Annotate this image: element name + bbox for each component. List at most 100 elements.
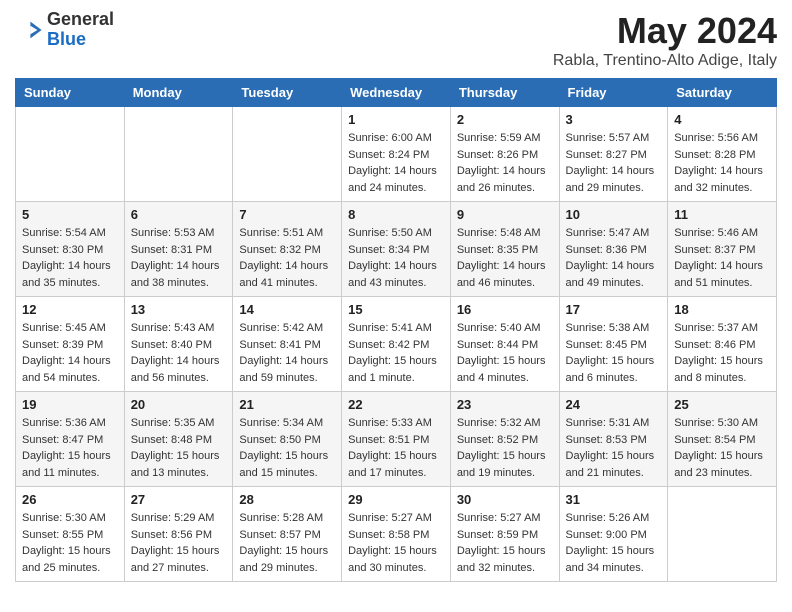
day-info: Sunrise: 5:54 AMSunset: 8:30 PMDaylight:… xyxy=(22,225,118,291)
calendar-cell: 15 Sunrise: 5:41 AMSunset: 8:42 PMDayligh… xyxy=(342,297,451,392)
logo-blue-text: Blue xyxy=(47,29,86,49)
day-info: Sunrise: 5:43 AMSunset: 8:40 PMDaylight:… xyxy=(131,320,227,386)
day-info: Sunrise: 5:30 AMSunset: 8:54 PMDaylight:… xyxy=(674,415,770,481)
day-info: Sunrise: 5:34 AMSunset: 8:50 PMDaylight:… xyxy=(239,415,335,481)
day-info: Sunrise: 5:48 AMSunset: 8:35 PMDaylight:… xyxy=(457,225,553,291)
day-info: Sunrise: 5:27 AMSunset: 8:58 PMDaylight:… xyxy=(348,510,444,576)
calendar-cell xyxy=(16,107,125,202)
day-info: Sunrise: 5:41 AMSunset: 8:42 PMDaylight:… xyxy=(348,320,444,386)
calendar-cell: 29 Sunrise: 5:27 AMSunset: 8:58 PMDayligh… xyxy=(342,487,451,582)
logo-general-text: General xyxy=(47,9,114,29)
day-number: 8 xyxy=(348,207,444,222)
page: General Blue May 2024 Rabla, Trentino-Al… xyxy=(0,0,792,597)
calendar-header-row: SundayMondayTuesdayWednesdayThursdayFrid… xyxy=(16,79,777,107)
calendar-cell: 18 Sunrise: 5:37 AMSunset: 8:46 PMDayligh… xyxy=(668,297,777,392)
day-info: Sunrise: 5:59 AMSunset: 8:26 PMDaylight:… xyxy=(457,130,553,196)
day-info: Sunrise: 5:40 AMSunset: 8:44 PMDaylight:… xyxy=(457,320,553,386)
calendar-cell: 21 Sunrise: 5:34 AMSunset: 8:50 PMDayligh… xyxy=(233,392,342,487)
day-info: Sunrise: 5:33 AMSunset: 8:51 PMDaylight:… xyxy=(348,415,444,481)
day-info: Sunrise: 5:31 AMSunset: 8:53 PMDaylight:… xyxy=(566,415,662,481)
calendar-week-2: 5 Sunrise: 5:54 AMSunset: 8:30 PMDaylight… xyxy=(16,202,777,297)
calendar-cell: 16Sunrise: 5:40 AMSunset: 8:44 PMDayligh… xyxy=(450,297,559,392)
day-number: 6 xyxy=(131,207,227,222)
calendar-cell: 9 Sunrise: 5:48 AMSunset: 8:35 PMDaylight… xyxy=(450,202,559,297)
day-info: Sunrise: 5:36 AMSunset: 8:47 PMDaylight:… xyxy=(22,415,118,481)
calendar-cell: 12Sunrise: 5:45 AMSunset: 8:39 PMDayligh… xyxy=(16,297,125,392)
day-number: 7 xyxy=(239,207,335,222)
calendar-cell: 3Sunrise: 5:57 AMSunset: 8:27 PMDaylight… xyxy=(559,107,668,202)
calendar-cell: 1 Sunrise: 6:00 AMSunset: 8:24 PMDaylight… xyxy=(342,107,451,202)
day-info: Sunrise: 5:42 AMSunset: 8:41 PMDaylight:… xyxy=(239,320,335,386)
day-info: Sunrise: 5:32 AMSunset: 8:52 PMDaylight:… xyxy=(457,415,553,481)
calendar-cell: 31Sunrise: 5:26 AMSunset: 9:00 PMDayligh… xyxy=(559,487,668,582)
title-block: May 2024 Rabla, Trentino-Alto Adige, Ita… xyxy=(553,10,777,70)
day-number: 15 xyxy=(348,302,444,317)
day-info: Sunrise: 5:51 AMSunset: 8:32 PMDaylight:… xyxy=(239,225,335,291)
day-number: 1 xyxy=(348,112,444,127)
day-number: 14 xyxy=(239,302,335,317)
calendar-cell: 8 Sunrise: 5:50 AMSunset: 8:34 PMDaylight… xyxy=(342,202,451,297)
calendar-cell xyxy=(668,487,777,582)
location-title: Rabla, Trentino-Alto Adige, Italy xyxy=(553,52,777,70)
calendar-week-4: 19 Sunrise: 5:36 AMSunset: 8:47 PMDayligh… xyxy=(16,392,777,487)
day-info: Sunrise: 5:37 AMSunset: 8:46 PMDaylight:… xyxy=(674,320,770,386)
day-number: 21 xyxy=(239,397,335,412)
calendar-header-thursday: Thursday xyxy=(450,79,559,107)
calendar-header-tuesday: Tuesday xyxy=(233,79,342,107)
day-number: 17 xyxy=(566,302,662,317)
day-number: 18 xyxy=(674,302,770,317)
day-info: Sunrise: 5:29 AMSunset: 8:56 PMDaylight:… xyxy=(131,510,227,576)
calendar-cell: 28 Sunrise: 5:28 AMSunset: 8:57 PMDayligh… xyxy=(233,487,342,582)
logo: General Blue xyxy=(15,10,114,50)
calendar-cell: 4Sunrise: 5:56 AMSunset: 8:28 PMDaylight… xyxy=(668,107,777,202)
day-number: 29 xyxy=(348,492,444,507)
day-number: 24 xyxy=(566,397,662,412)
day-info: Sunrise: 5:27 AMSunset: 8:59 PMDaylight:… xyxy=(457,510,553,576)
day-number: 5 xyxy=(22,207,118,222)
calendar-cell xyxy=(124,107,233,202)
day-info: Sunrise: 5:28 AMSunset: 8:57 PMDaylight:… xyxy=(239,510,335,576)
calendar-cell xyxy=(233,107,342,202)
day-number: 20 xyxy=(131,397,227,412)
day-number: 30 xyxy=(457,492,553,507)
day-info: Sunrise: 6:00 AMSunset: 8:24 PMDaylight:… xyxy=(348,130,444,196)
logo-icon xyxy=(15,16,43,44)
calendar-cell: 10 Sunrise: 5:47 AMSunset: 8:36 PMDayligh… xyxy=(559,202,668,297)
calendar-cell: 7 Sunrise: 5:51 AMSunset: 8:32 PMDaylight… xyxy=(233,202,342,297)
day-number: 19 xyxy=(22,397,118,412)
calendar-cell: 19 Sunrise: 5:36 AMSunset: 8:47 PMDayligh… xyxy=(16,392,125,487)
calendar-cell: 24 Sunrise: 5:31 AMSunset: 8:53 PMDayligh… xyxy=(559,392,668,487)
day-number: 9 xyxy=(457,207,553,222)
day-info: Sunrise: 5:50 AMSunset: 8:34 PMDaylight:… xyxy=(348,225,444,291)
calendar-cell: 20 Sunrise: 5:35 AMSunset: 8:48 PMDayligh… xyxy=(124,392,233,487)
calendar-cell: 30 Sunrise: 5:27 AMSunset: 8:59 PMDayligh… xyxy=(450,487,559,582)
calendar-table: SundayMondayTuesdayWednesdayThursdayFrid… xyxy=(15,78,777,582)
calendar-header-saturday: Saturday xyxy=(668,79,777,107)
day-number: 10 xyxy=(566,207,662,222)
day-info: Sunrise: 5:53 AMSunset: 8:31 PMDaylight:… xyxy=(131,225,227,291)
month-title: May 2024 xyxy=(553,10,777,52)
calendar-week-5: 26 Sunrise: 5:30 AMSunset: 8:55 PMDayligh… xyxy=(16,487,777,582)
calendar-cell: 27 Sunrise: 5:29 AMSunset: 8:56 PMDayligh… xyxy=(124,487,233,582)
day-number: 12 xyxy=(22,302,118,317)
calendar-week-1: 1 Sunrise: 6:00 AMSunset: 8:24 PMDaylight… xyxy=(16,107,777,202)
day-info: Sunrise: 5:46 AMSunset: 8:37 PMDaylight:… xyxy=(674,225,770,291)
day-info: Sunrise: 5:35 AMSunset: 8:48 PMDaylight:… xyxy=(131,415,227,481)
calendar-cell: 2Sunrise: 5:59 AMSunset: 8:26 PMDaylight… xyxy=(450,107,559,202)
calendar-week-3: 12Sunrise: 5:45 AMSunset: 8:39 PMDayligh… xyxy=(16,297,777,392)
logo-text: General Blue xyxy=(47,10,114,50)
calendar-cell: 22Sunrise: 5:33 AMSunset: 8:51 PMDayligh… xyxy=(342,392,451,487)
day-info: Sunrise: 5:26 AMSunset: 9:00 PMDaylight:… xyxy=(566,510,662,576)
day-number: 27 xyxy=(131,492,227,507)
calendar-cell: 26 Sunrise: 5:30 AMSunset: 8:55 PMDayligh… xyxy=(16,487,125,582)
day-number: 28 xyxy=(239,492,335,507)
day-info: Sunrise: 5:47 AMSunset: 8:36 PMDaylight:… xyxy=(566,225,662,291)
day-info: Sunrise: 5:30 AMSunset: 8:55 PMDaylight:… xyxy=(22,510,118,576)
calendar-header-sunday: Sunday xyxy=(16,79,125,107)
day-number: 25 xyxy=(674,397,770,412)
calendar-cell: 14 Sunrise: 5:42 AMSunset: 8:41 PMDayligh… xyxy=(233,297,342,392)
calendar-header-monday: Monday xyxy=(124,79,233,107)
day-number: 4 xyxy=(674,112,770,127)
day-number: 26 xyxy=(22,492,118,507)
day-number: 23 xyxy=(457,397,553,412)
